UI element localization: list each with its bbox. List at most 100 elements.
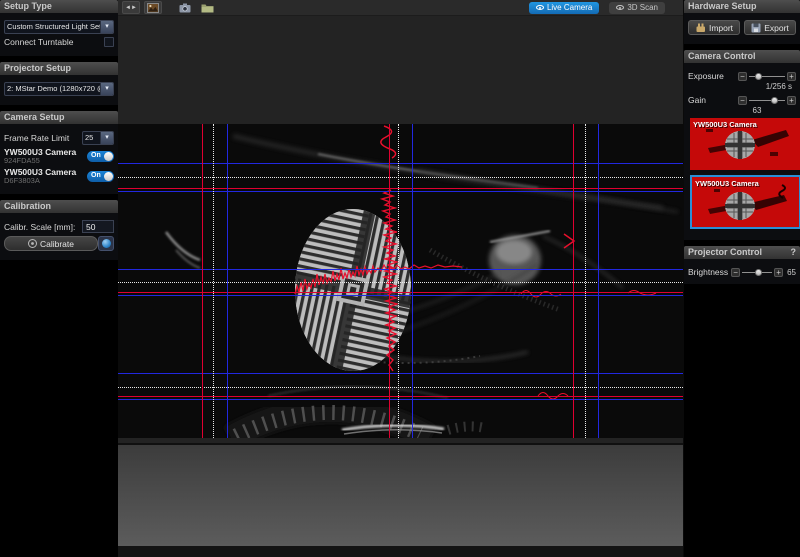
calibrate-button[interactable]: Calibrate bbox=[4, 236, 98, 251]
projector-setup-body: 2: MStar Demo (1280x720 @ 60Hz ▾ bbox=[0, 75, 118, 105]
brightness-minus-button[interactable]: − bbox=[731, 268, 740, 277]
image-icon bbox=[147, 3, 159, 13]
left-right-arrows-icon: ◄► bbox=[125, 5, 137, 11]
export-save-icon bbox=[751, 23, 761, 33]
import-button[interactable]: Import bbox=[688, 20, 740, 35]
export-label: Export bbox=[764, 23, 789, 33]
gain-slider-handle[interactable] bbox=[771, 97, 778, 104]
camera-viewport[interactable] bbox=[118, 16, 683, 443]
pan-arrows-button[interactable]: ◄► bbox=[122, 1, 140, 14]
right-control-panel: Hardware Setup Import bbox=[683, 0, 800, 557]
live-camera-button[interactable]: Live Camera bbox=[529, 2, 599, 14]
overlay-v-line bbox=[398, 124, 399, 438]
overlay-v-line bbox=[573, 124, 574, 438]
live-camera-label: Live Camera bbox=[547, 3, 592, 12]
hardware-setup-title: Hardware Setup bbox=[688, 0, 757, 13]
gain-plus-button[interactable]: + bbox=[787, 96, 796, 105]
setup-type-title: Setup Type bbox=[4, 0, 52, 13]
camera-setup-title: Camera Setup bbox=[4, 111, 65, 124]
exposure-slider[interactable] bbox=[749, 72, 785, 81]
setup-preset-value: Custom Structured Light Setup bbox=[5, 21, 100, 33]
projector-control-header: Projector Control ? bbox=[684, 246, 800, 259]
chevron-down-icon[interactable]: ▾ bbox=[100, 21, 113, 33]
calibr-scale-input[interactable] bbox=[82, 220, 114, 233]
calibrate-label: Calibrate bbox=[40, 239, 74, 249]
camera-control-body: Exposure − + 1/256 s Gain − + 63 bbox=[684, 63, 800, 240]
toggle-knob bbox=[104, 152, 113, 161]
hardware-setup-header: Hardware Setup bbox=[684, 0, 800, 13]
export-button[interactable]: Export bbox=[744, 20, 796, 35]
camera-setup-body: Frame Rate Limit 25 ▾ YW500U3 Camera 924… bbox=[0, 124, 118, 194]
toggle-knob bbox=[104, 172, 113, 181]
brightness-slider-handle[interactable] bbox=[755, 269, 762, 276]
brightness-label: Brightness bbox=[688, 267, 731, 277]
help-icon[interactable]: ? bbox=[791, 246, 797, 259]
calibr-scale-label: Calibr. Scale [mm]: bbox=[4, 222, 75, 232]
import-icon bbox=[695, 23, 706, 33]
setup-preset-dropdown[interactable]: Custom Structured Light Setup ▾ bbox=[4, 20, 114, 34]
gain-label: Gain bbox=[688, 95, 738, 105]
left-settings-panel: Setup Type Custom Structured Light Setup… bbox=[0, 0, 118, 557]
camera-setup-header: Camera Setup bbox=[0, 111, 118, 124]
open-folder-button[interactable] bbox=[198, 1, 217, 14]
scan-3d-button[interactable]: 3D Scan bbox=[609, 2, 665, 14]
pattern-image-button[interactable] bbox=[144, 1, 162, 14]
gain-minus-button[interactable]: − bbox=[738, 96, 747, 105]
calibration-extra-button[interactable] bbox=[98, 236, 114, 251]
brightness-plus-button[interactable]: + bbox=[774, 268, 783, 277]
frame-rate-dropdown[interactable]: 25 ▾ bbox=[82, 131, 114, 145]
camera-on-toggle[interactable]: On bbox=[87, 171, 114, 182]
frame-rate-label: Frame Rate Limit bbox=[4, 133, 69, 143]
camera-control-title: Camera Control bbox=[688, 50, 756, 63]
app-window: Setup Type Custom Structured Light Setup… bbox=[0, 0, 800, 557]
projector-setup-header: Projector Setup bbox=[0, 62, 118, 75]
eye-icon bbox=[536, 5, 544, 10]
scan-3d-label: 3D Scan bbox=[627, 3, 658, 12]
exposure-minus-button[interactable]: − bbox=[738, 72, 747, 81]
chevron-down-icon[interactable]: ▾ bbox=[100, 83, 113, 95]
snapshot-button[interactable] bbox=[176, 1, 194, 14]
setup-type-header: Setup Type bbox=[0, 0, 118, 13]
camera-thumbnail-1[interactable]: YW500U3 Camera bbox=[690, 118, 800, 170]
toggle-state-label: On bbox=[91, 152, 101, 159]
brightness-slider[interactable] bbox=[742, 268, 772, 277]
main-view-area: ◄► bbox=[118, 0, 683, 557]
import-label: Import bbox=[709, 23, 733, 33]
overlay-v-line bbox=[389, 124, 390, 438]
overlay-v-line bbox=[213, 124, 214, 438]
connect-turntable-label: Connect Turntable bbox=[4, 37, 73, 47]
eye-icon bbox=[616, 5, 624, 10]
brightness-value: 65 bbox=[787, 268, 796, 277]
projector-display-dropdown[interactable]: 2: MStar Demo (1280x720 @ 60Hz ▾ bbox=[4, 82, 114, 96]
projector-control-body: Brightness − + 65 bbox=[684, 259, 800, 284]
view-toolbar: ◄► bbox=[118, 0, 683, 16]
gain-slider[interactable] bbox=[749, 96, 785, 105]
calibration-title: Calibration bbox=[4, 200, 51, 213]
epipolar-line-overlay bbox=[118, 124, 683, 438]
frame-rate-value: 25 bbox=[83, 132, 100, 144]
overlay-v-line bbox=[202, 124, 203, 438]
camera-serial: 924FDA55 bbox=[4, 157, 76, 165]
overlay-v-line bbox=[227, 124, 228, 438]
camera-row: YW500U3 Camera D6F3803A On bbox=[4, 168, 114, 185]
brightness-slider-row: Brightness − + 65 bbox=[688, 267, 796, 277]
gain-slider-row: Gain − + bbox=[688, 95, 796, 105]
exposure-plus-button[interactable]: + bbox=[787, 72, 796, 81]
bottom-status-strip bbox=[118, 546, 683, 557]
camera-row: YW500U3 Camera 924FDA55 On bbox=[4, 148, 114, 165]
setup-type-body: Custom Structured Light Setup ▾ Connect … bbox=[0, 13, 118, 56]
chevron-down-icon[interactable]: ▾ bbox=[100, 132, 113, 144]
exposure-slider-row: Exposure − + bbox=[688, 71, 796, 81]
exposure-value: 1/256 s bbox=[688, 82, 792, 91]
toggle-state-label: On bbox=[91, 172, 101, 179]
exposure-slider-handle[interactable] bbox=[755, 73, 762, 80]
scan-3d-viewport[interactable] bbox=[118, 443, 683, 546]
projector-display-value: 2: MStar Demo (1280x720 @ 60Hz bbox=[5, 83, 100, 95]
projector-control-title: Projector Control bbox=[688, 246, 762, 259]
overlay-v-line bbox=[585, 124, 586, 438]
camera-live-frame[interactable] bbox=[118, 124, 683, 438]
connect-turntable-checkbox[interactable] bbox=[104, 37, 114, 47]
thumbnail-label: YW500U3 Camera bbox=[695, 179, 759, 188]
camera-on-toggle[interactable]: On bbox=[87, 151, 114, 162]
camera-thumbnail-2[interactable]: YW500U3 Camera bbox=[690, 175, 800, 229]
